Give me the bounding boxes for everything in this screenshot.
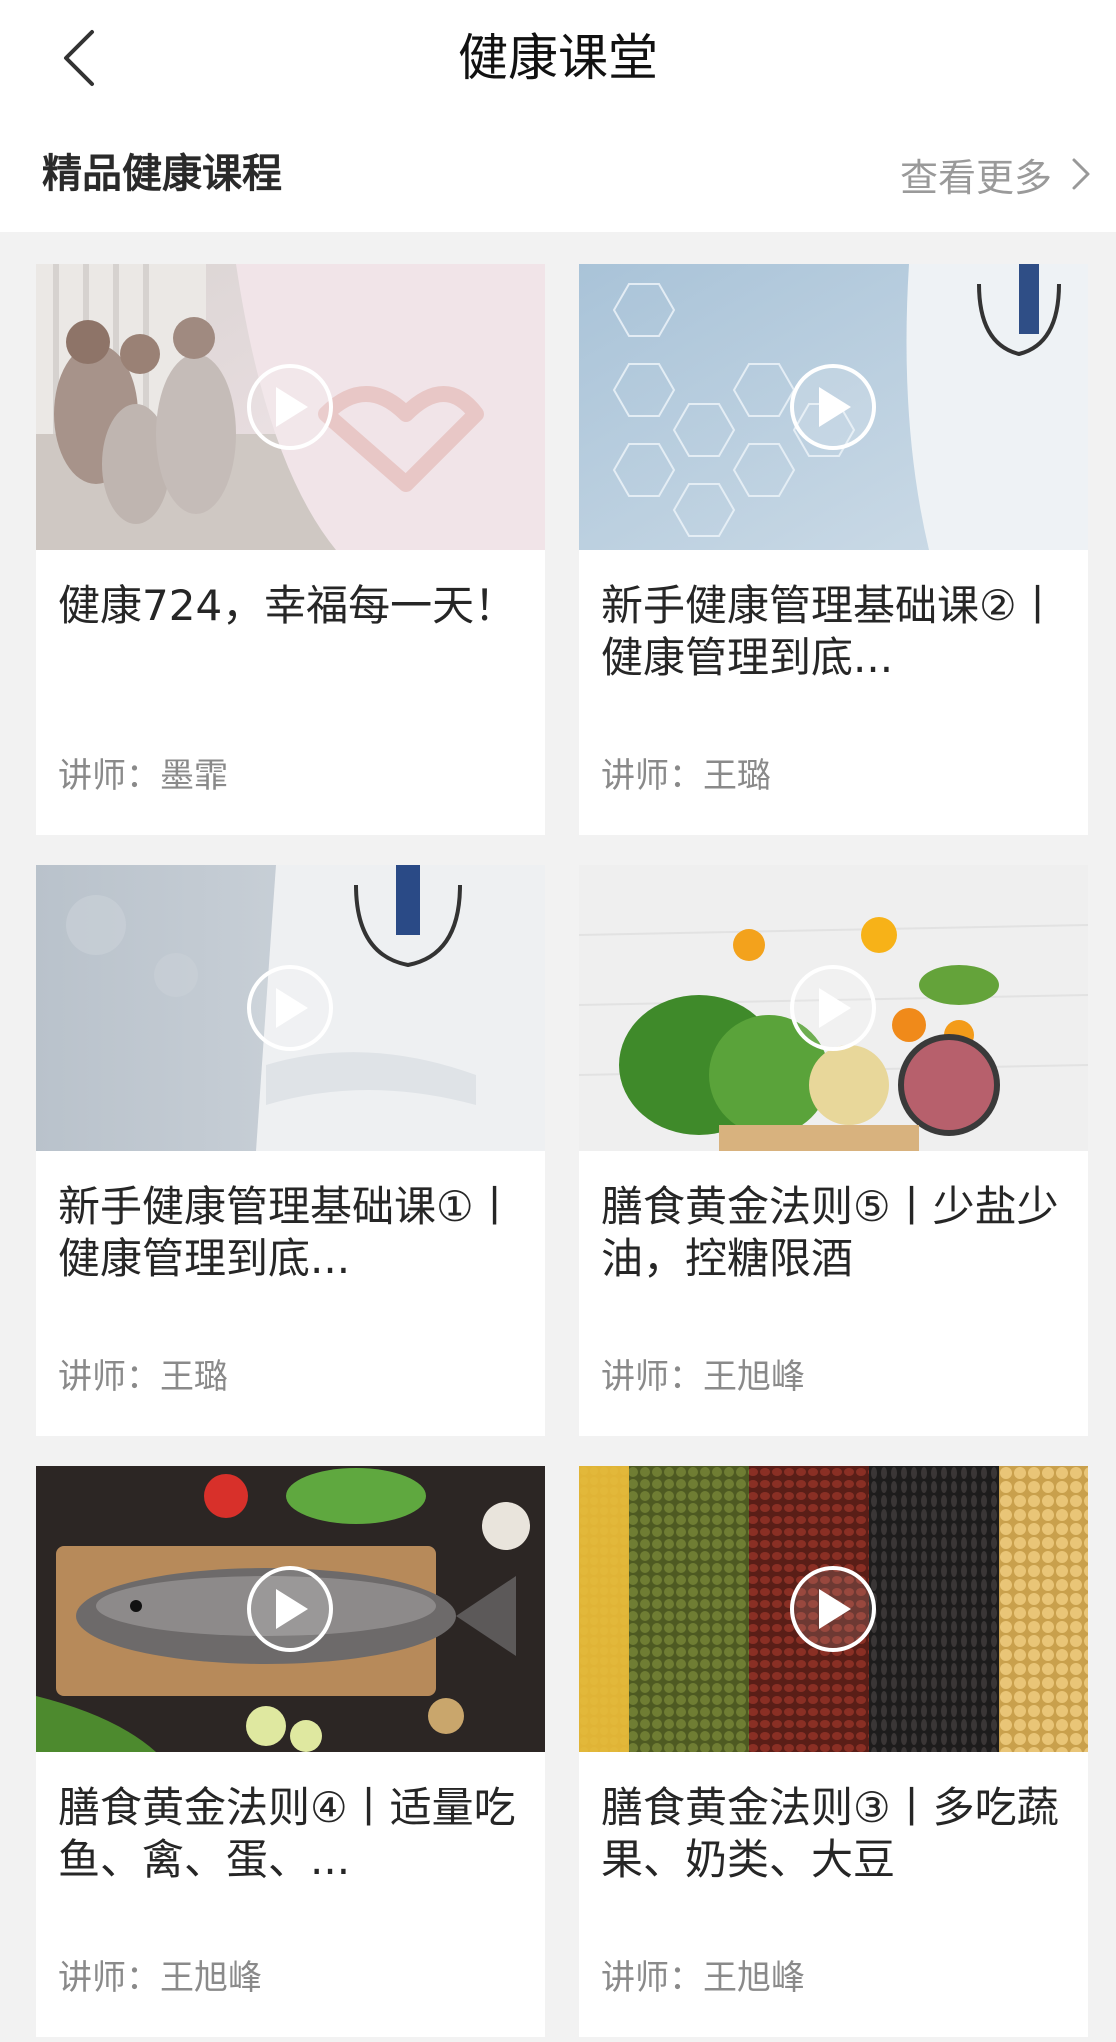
play-icon [819,1589,851,1629]
navbar: 健康课堂 [0,0,1116,116]
chevron-right-icon [1072,158,1090,190]
course-card[interactable]: 膳食黄金法则④丨适量吃鱼、禽、蛋、... 讲师：王旭峰 [36,1466,545,2037]
course-thumbnail [36,264,545,550]
view-more-label: 查看更多 [899,155,1052,200]
instructor-label: 讲师： [58,756,160,796]
play-button[interactable] [247,1566,333,1652]
view-more-link[interactable]: 查看更多 [900,140,1092,208]
course-title: 膳食黄金法则③丨多吃蔬果、奶类、大豆 [601,1783,1059,1884]
instructor-name: 王旭峰 [703,1958,805,1998]
course-title: 膳食黄金法则④丨适量吃鱼、禽、蛋、... [58,1783,516,1884]
instructor-name: 王璐 [703,756,771,796]
play-icon [819,988,851,1028]
course-card[interactable]: 新手健康管理基础课①丨健康管理到底... 讲师：王璐 [36,865,545,1436]
course-card[interactable]: 膳食黄金法则③丨多吃蔬果、奶类、大豆 讲师：王旭峰 [579,1466,1088,2037]
instructor-name: 王旭峰 [703,1357,805,1397]
course-card[interactable]: 新手健康管理基础课②丨健康管理到底... 讲师：王璐 [579,264,1088,835]
section-header: 精品健康课程 查看更多 [0,116,1116,232]
play-button[interactable] [247,364,333,450]
instructor-label: 讲师： [601,756,703,796]
instructor-label: 讲师： [58,1357,160,1397]
play-icon [276,387,308,427]
course-title: 新手健康管理基础课①丨健康管理到底... [58,1182,516,1283]
page-title: 健康课堂 [458,29,658,87]
instructor-name: 墨霏 [160,756,228,796]
play-icon [276,988,308,1028]
instructor-name: 王旭峰 [160,1958,262,1998]
course-instructor: 讲师：王旭峰 [601,1954,805,2002]
course-title: 膳食黄金法则⑤丨少盐少油，控糖限酒 [601,1182,1059,1283]
instructor-label: 讲师： [601,1958,703,1998]
course-title: 健康724，幸福每一天！ [58,581,517,630]
instructor-label: 讲师： [58,1958,160,1998]
course-instructor: 讲师：墨霏 [58,752,228,800]
chevron-left-icon [64,30,94,86]
instructor-name: 王璐 [160,1357,228,1397]
back-button[interactable] [40,18,120,98]
play-button[interactable] [790,1566,876,1652]
course-thumbnail [36,1466,545,1752]
play-icon [819,387,851,427]
course-card[interactable]: 健康724，幸福每一天！ 讲师：墨霏 [36,264,545,835]
course-thumbnail [579,865,1088,1151]
course-instructor: 讲师：王旭峰 [601,1353,805,1401]
play-button[interactable] [790,965,876,1051]
play-button[interactable] [247,965,333,1051]
play-icon [276,1589,308,1629]
course-instructor: 讲师：王璐 [601,752,771,800]
course-instructor: 讲师：王旭峰 [58,1954,262,2002]
course-thumbnail [579,1466,1088,1752]
course-card[interactable]: 膳食黄金法则⑤丨少盐少油，控糖限酒 讲师：王旭峰 [579,865,1088,1436]
section-title: 精品健康课程 [42,151,282,197]
course-grid: 健康724，幸福每一天！ 讲师：墨霏 新手健康管理基础课②丨健康管理到底... … [36,264,1090,2037]
course-thumbnail [36,865,545,1151]
instructor-label: 讲师： [601,1357,703,1397]
course-thumbnail [579,264,1088,550]
play-button[interactable] [790,364,876,450]
course-title: 新手健康管理基础课②丨健康管理到底... [601,581,1059,682]
course-instructor: 讲师：王璐 [58,1353,228,1401]
